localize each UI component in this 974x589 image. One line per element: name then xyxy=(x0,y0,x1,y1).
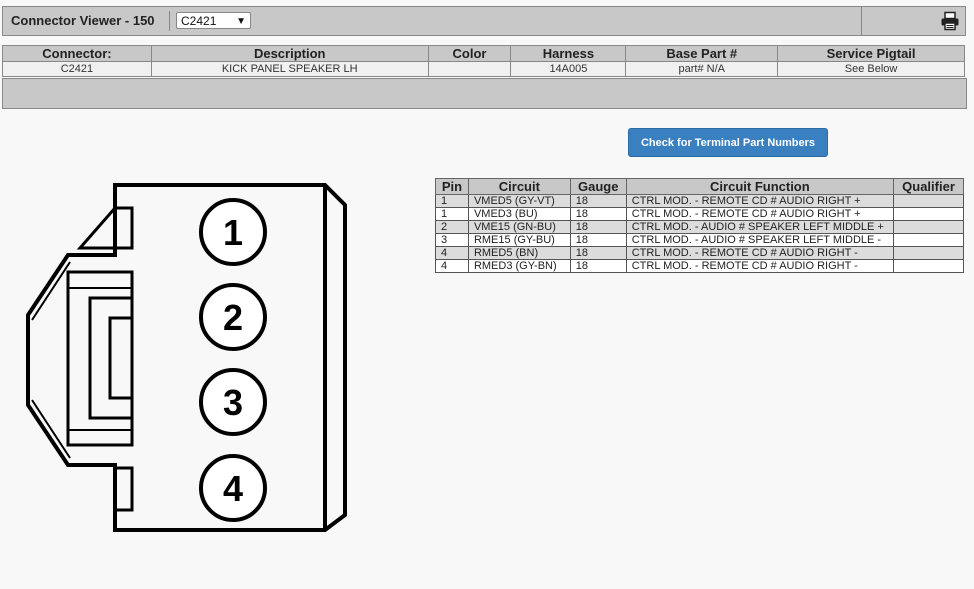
description-cell: KICK PANEL SPEAKER LH xyxy=(150,61,429,77)
circuit-function-cell: CTRL MOD. - REMOTE CD # AUDIO RIGHT + xyxy=(625,207,895,221)
gauge-cell: 18 xyxy=(569,259,627,273)
key-block-core xyxy=(108,316,134,400)
connector-col-header: Connector: xyxy=(2,45,152,62)
table-row[interactable]: 4 RMED3 (GY-BN) 18 CTRL MOD. - REMOTE CD… xyxy=(435,259,964,273)
chevron-down-icon: ▼ xyxy=(236,16,246,27)
gauge-cell: 18 xyxy=(569,220,627,234)
pin-1-label: 1 xyxy=(223,212,243,253)
gauge-cell: 18 xyxy=(569,233,627,247)
table-row[interactable]: 2 VME15 (GN-BU) 18 CTRL MOD. - AUDIO # S… xyxy=(435,220,964,234)
pin-cell: 3 xyxy=(435,233,469,247)
gauge-col-header: Gauge xyxy=(569,178,627,195)
table-row[interactable]: 1 VMED3 (BU) 18 CTRL MOD. - REMOTE CD # … xyxy=(435,207,964,221)
connector-outline xyxy=(26,183,347,532)
circuit-function-cell: CTRL MOD. - REMOTE CD # AUDIO RIGHT - xyxy=(625,259,895,273)
table-row[interactable]: 3 RME15 (GY-BU) 18 CTRL MOD. - AUDIO # S… xyxy=(435,233,964,247)
pin-4-label: 4 xyxy=(223,468,243,509)
circuit-cell: VMED3 (BU) xyxy=(467,207,571,221)
connector-table-header: Connector: Description Color Harness Bas… xyxy=(2,45,965,62)
header-bar: Connector Viewer - 150 C2421 ▼ xyxy=(2,6,966,36)
pin-3-label: 3 xyxy=(223,382,243,423)
top-latch xyxy=(76,206,134,250)
connector-cell: C2421 xyxy=(2,61,152,77)
toolbar-panel xyxy=(2,78,967,109)
description-col-header: Description xyxy=(150,45,429,62)
pin-cell: 1 xyxy=(435,207,469,221)
qualifier-cell xyxy=(893,246,964,260)
table-row[interactable]: 1 VMED5 (GY-VT) 18 CTRL MOD. - REMOTE CD… xyxy=(435,194,964,208)
qualifier-cell xyxy=(893,207,964,221)
connector-table-row: C2421 KICK PANEL SPEAKER LH 14A005 part#… xyxy=(2,61,965,77)
circuit-function-col-header: Circuit Function xyxy=(625,178,895,195)
page-title: Connector Viewer - 150 xyxy=(11,13,155,28)
pin-cell: 1 xyxy=(435,194,469,208)
connector-select[interactable]: C2421 ▼ xyxy=(176,12,251,29)
connector-select-value: C2421 xyxy=(181,14,217,28)
qualifier-cell xyxy=(893,194,964,208)
pin-2-label: 2 xyxy=(223,297,243,338)
circuit-cell: VMED5 (GY-VT) xyxy=(467,194,571,208)
harness-col-header: Harness xyxy=(510,45,627,62)
pin-table-header: Pin Circuit Gauge Circuit Function Quali… xyxy=(435,178,964,195)
circuit-cell: RME15 (GY-BU) xyxy=(467,233,571,247)
left-bevel xyxy=(31,261,71,459)
pin-cell: 4 xyxy=(435,246,469,260)
circuit-function-cell: CTRL MOD. - REMOTE CD # AUDIO RIGHT - xyxy=(625,246,895,260)
check-terminal-part-numbers-button[interactable]: Check for Terminal Part Numbers xyxy=(628,128,828,157)
table-row[interactable]: 4 RMED5 (BN) 18 CTRL MOD. - REMOTE CD # … xyxy=(435,246,964,260)
circuit-function-cell: CTRL MOD. - AUDIO # SPEAKER LEFT MIDDLE … xyxy=(625,220,895,234)
pin-cell: 2 xyxy=(435,220,469,234)
circuit-function-cell: CTRL MOD. - AUDIO # SPEAKER LEFT MIDDLE … xyxy=(625,233,895,247)
circuit-col-header: Circuit xyxy=(467,178,571,195)
bottom-latch xyxy=(115,466,134,512)
circuit-cell: RMED3 (GY-BN) xyxy=(467,259,571,273)
pin-col-header: Pin xyxy=(435,178,469,195)
gauge-cell: 18 xyxy=(569,246,627,260)
service-pigtail-cell[interactable]: See Below xyxy=(777,61,965,77)
color-cell xyxy=(427,61,512,77)
qualifier-col-header: Qualifier xyxy=(893,178,964,195)
qualifier-cell xyxy=(893,220,964,234)
base-part-cell: part# N/A xyxy=(625,61,779,77)
pin-table: Pin Circuit Gauge Circuit Function Quali… xyxy=(435,178,964,273)
gauge-cell: 18 xyxy=(569,194,627,208)
gauge-cell: 18 xyxy=(569,207,627,221)
harness-cell: 14A005 xyxy=(510,61,627,77)
connector-face-diagram: 1 2 3 4 xyxy=(26,183,347,532)
print-divider xyxy=(861,7,862,35)
qualifier-cell xyxy=(893,259,964,273)
connector-info-table: Connector: Description Color Harness Bas… xyxy=(2,45,965,77)
pin-cell: 4 xyxy=(435,259,469,273)
title-divider xyxy=(169,11,170,31)
color-col-header: Color xyxy=(427,45,512,62)
service-pigtail-col-header: Service Pigtail xyxy=(777,45,965,62)
circuit-function-cell: CTRL MOD. - REMOTE CD # AUDIO RIGHT + xyxy=(625,194,895,208)
qualifier-cell xyxy=(893,233,964,247)
base-part-col-header: Base Part # xyxy=(625,45,779,62)
circuit-cell: RMED5 (BN) xyxy=(467,246,571,260)
printer-icon[interactable] xyxy=(940,11,960,31)
circuit-cell: VME15 (GN-BU) xyxy=(467,220,571,234)
